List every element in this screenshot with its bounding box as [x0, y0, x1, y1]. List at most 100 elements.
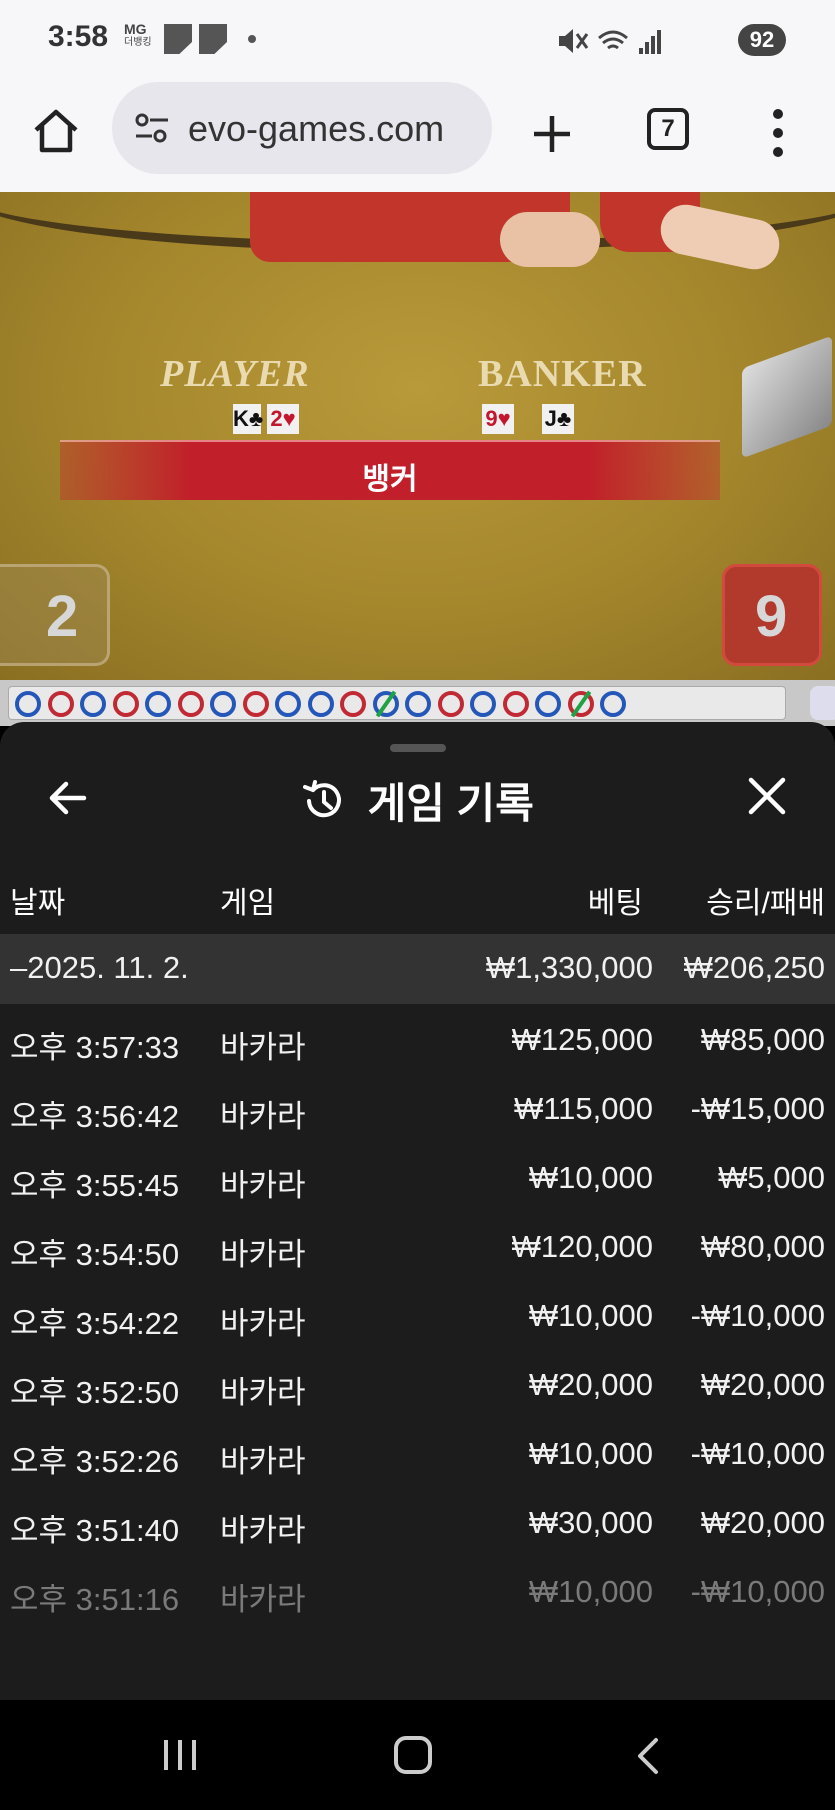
- player-bead: [405, 691, 431, 717]
- banker-score: 9: [755, 584, 788, 649]
- row-time: 오후 3:52:26: [10, 1444, 180, 1479]
- banker-bead: [47, 691, 74, 717]
- player-card-1: K♣: [233, 404, 263, 434]
- live-video-stream: PLAYER BANKER K♣ 2♥ 9♥ J♣ 뱅커 2 9: [0, 192, 835, 680]
- row-time: 오후 3:55:45: [10, 1168, 180, 1203]
- player-score: 2: [46, 584, 79, 649]
- signal-icon: [639, 30, 661, 54]
- row-game: 바카라: [220, 1237, 306, 1272]
- game-history-sheet: 게임 기록 날짜 게임 베팅 승리/패배 –2025. 11. 2. ₩1,33…: [0, 722, 835, 1700]
- recent-apps-icon[interactable]: [162, 1738, 198, 1772]
- row-winloss: -₩10,000: [690, 1298, 825, 1333]
- banker-bead: [242, 691, 269, 717]
- banker-bead: [502, 691, 529, 717]
- banker-bead: [177, 691, 204, 717]
- sheet-header: 게임 기록: [0, 770, 835, 831]
- row-winloss: ₩80,000: [700, 1229, 825, 1264]
- banker-bead: [437, 691, 464, 717]
- banker-bead: [112, 691, 139, 717]
- row-time: 오후 3:56:42: [10, 1099, 180, 1134]
- back-icon[interactable]: [632, 1736, 662, 1776]
- row-game: 바카라: [220, 1030, 306, 1065]
- summary-winloss: ₩206,250: [683, 950, 825, 985]
- new-tab-icon[interactable]: [528, 110, 576, 158]
- row-bet: ₩10,000: [528, 1298, 653, 1333]
- banker-label: BANKER: [478, 353, 647, 395]
- history-row[interactable]: 오후 3:51:40 바카라 ₩30,000 ₩20,000: [0, 1491, 835, 1560]
- history-row[interactable]: 오후 3:57:33 바카라 ₩125,000 ₩85,000: [0, 1008, 835, 1077]
- date-group-summary[interactable]: –2025. 11. 2. ₩1,330,000 ₩206,250: [0, 934, 835, 1004]
- tab-switcher-button[interactable]: 7: [647, 108, 689, 150]
- history-row[interactable]: 오후 3:52:26 바카라 ₩10,000 -₩10,000: [0, 1422, 835, 1491]
- site-settings-icon[interactable]: [134, 112, 170, 144]
- row-game: 바카라: [220, 1099, 306, 1134]
- player-bead: [535, 691, 561, 717]
- player-bead: [470, 691, 496, 717]
- player-bead: [145, 691, 171, 717]
- row-game: 바카라: [220, 1582, 306, 1617]
- system-status-icons: [559, 29, 661, 54]
- row-time: 오후 3:52:50: [10, 1375, 180, 1410]
- player-score-box: 2: [0, 564, 110, 666]
- history-icon: [303, 779, 342, 817]
- result-banner: 뱅커: [60, 440, 720, 500]
- row-game: 바카라: [220, 1306, 306, 1341]
- row-winloss: -₩15,000: [690, 1091, 825, 1126]
- history-row[interactable]: 오후 3:54:50 바카라 ₩120,000 ₩80,000: [0, 1215, 835, 1284]
- status-bar: 3:58 MG 더뱅킹 92: [0, 0, 835, 80]
- column-header-winloss: 승리/패배: [706, 887, 825, 920]
- url-text: evo-games.com: [188, 108, 445, 149]
- more-notifications-icon: [248, 35, 256, 43]
- summary-bet: ₩1,330,000: [485, 950, 653, 985]
- row-game: 바카라: [220, 1513, 306, 1548]
- row-game: 바카라: [220, 1375, 306, 1410]
- browser-toolbar: evo-games.com 7: [0, 80, 835, 192]
- row-bet: ₩125,000: [511, 1022, 653, 1057]
- banker-card-1: 9♥: [482, 404, 514, 434]
- more-menu-icon[interactable]: [770, 108, 786, 158]
- column-header-bet: 베팅: [587, 887, 643, 920]
- row-winloss: ₩85,000: [700, 1022, 825, 1057]
- row-winloss: ₩5,000: [718, 1160, 825, 1195]
- player-bead: [15, 691, 41, 717]
- row-time: 오후 3:51:40: [10, 1513, 180, 1548]
- row-game: 바카라: [220, 1444, 306, 1479]
- player-label: PLAYER: [160, 353, 310, 395]
- player-card-2: 2♥: [267, 404, 299, 434]
- player-bead: [600, 691, 626, 717]
- row-bet: ₩10,000: [528, 1436, 653, 1471]
- row-time: 오후 3:54:50: [10, 1237, 180, 1272]
- row-bet: ₩10,000: [528, 1574, 653, 1609]
- summary-date: –2025. 11. 2.: [10, 950, 189, 985]
- banker-card-2: J♣: [542, 404, 574, 434]
- address-bar[interactable]: evo-games.com: [112, 82, 492, 174]
- row-winloss: -₩10,000: [690, 1436, 825, 1471]
- row-winloss: -₩10,000: [690, 1574, 825, 1609]
- notification-icon: [199, 24, 227, 54]
- home-button[interactable]: [394, 1736, 432, 1774]
- row-winloss: ₩20,000: [700, 1505, 825, 1540]
- history-row[interactable]: 오후 3:54:22 바카라 ₩10,000 -₩10,000: [0, 1284, 835, 1353]
- banker-score-box: 9: [722, 564, 822, 666]
- row-bet: ₩120,000: [511, 1229, 653, 1264]
- home-icon[interactable]: [30, 104, 82, 156]
- column-header-date: 날짜: [10, 887, 66, 920]
- bead-road-track: [8, 686, 786, 720]
- drag-handle[interactable]: [390, 744, 446, 752]
- system-nav-bar: [0, 1700, 835, 1810]
- bead-road: [0, 680, 835, 726]
- row-time: 오후 3:51:16: [10, 1582, 180, 1617]
- history-row[interactable]: 오후 3:52:50 바카라 ₩20,000 ₩20,000: [0, 1353, 835, 1422]
- close-icon[interactable]: [745, 774, 789, 818]
- notification-icon: [164, 24, 192, 54]
- history-row[interactable]: 오후 3:56:42 바카라 ₩115,000 -₩15,000: [0, 1077, 835, 1146]
- player-bead: [80, 691, 106, 717]
- clock: 3:58: [48, 20, 109, 53]
- history-row[interactable]: 오후 3:51:16 바카라 ₩10,000 -₩10,000: [0, 1560, 835, 1629]
- player-bead: [210, 691, 236, 717]
- history-row[interactable]: 오후 3:55:45 바카라 ₩10,000 ₩5,000: [0, 1146, 835, 1215]
- dealer-hand: [500, 212, 600, 267]
- player-bead: [307, 691, 334, 717]
- sheet-title: 게임 기록: [367, 780, 534, 827]
- road-toggle[interactable]: [810, 686, 835, 720]
